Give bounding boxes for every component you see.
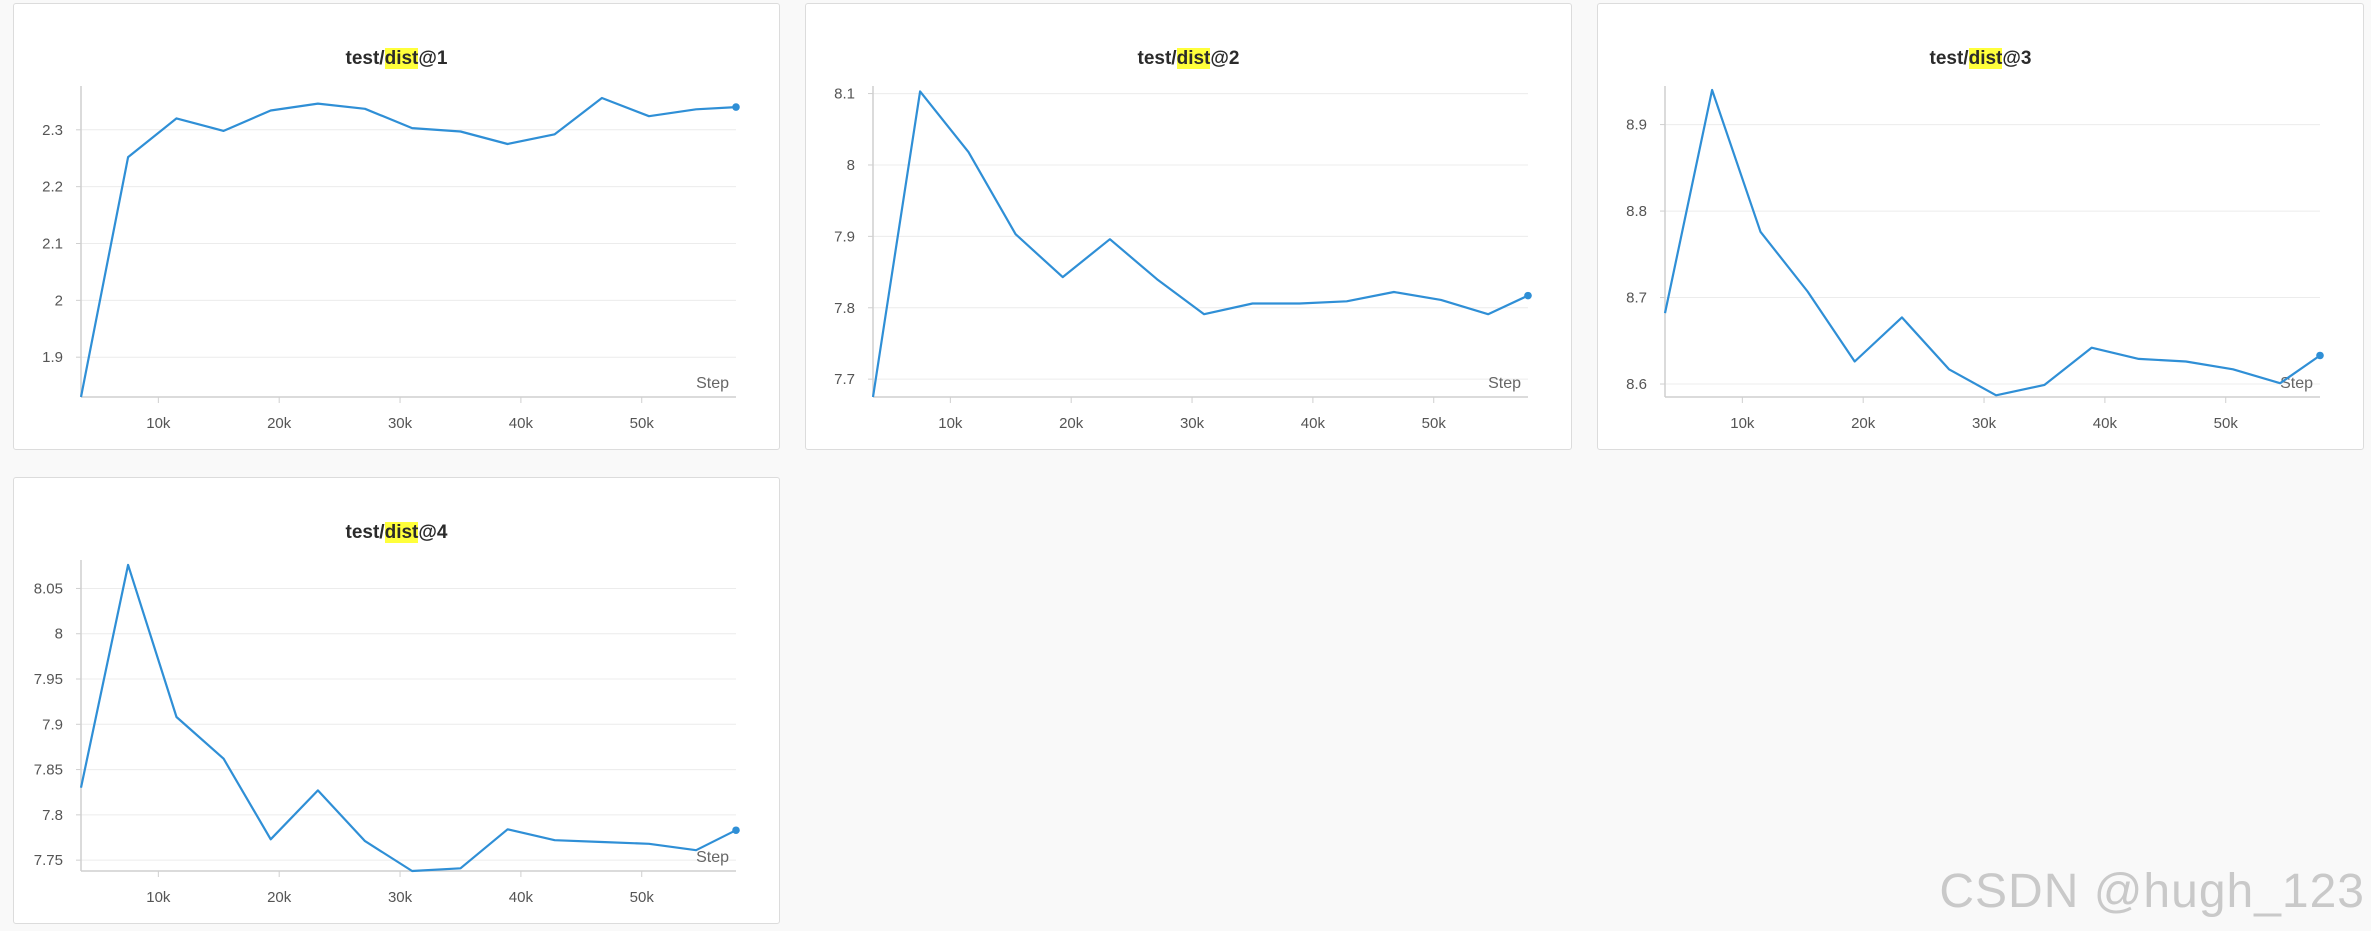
last-point-marker [2316, 351, 2324, 360]
watermark: CSDN @hugh_123 [1939, 865, 2365, 918]
x-axis-label: Step [1488, 375, 1521, 392]
x-tick-label: 30k [1972, 415, 1997, 432]
x-tick-label: 40k [1301, 415, 1326, 432]
y-tick-label: 1.9 [42, 349, 63, 366]
series-line [79, 563, 737, 873]
y-tick-label: 7.7 [834, 371, 855, 388]
series-line [1663, 88, 2321, 397]
chart-panel-2: test/dist@2 7.7 7.8 7.9 8 8.1 10k 20k 30k 40k 50k… [805, 3, 1572, 450]
x-tick-label: 30k [388, 889, 413, 906]
y-tick-label: 2.1 [42, 236, 63, 253]
y-tick-label: 8.9 [1626, 117, 1647, 134]
y-tick-label: 7.9 [42, 716, 63, 733]
chart-panel-4: test/dist@4 7.75 7.8 7.85 7.9 7.95 8 8.05 10k 20… [13, 477, 780, 924]
line-chart-1[interactable]: 1.9 2 2.1 2.2 2.3 10k 20k 30k 40k 50k Step [14, 4, 781, 451]
x-tick-label: 20k [267, 889, 292, 906]
y-tick-label: 8.6 [1626, 376, 1647, 393]
x-tick-label: 20k [1059, 415, 1084, 432]
x-tick-label: 10k [938, 415, 963, 432]
y-tick-label: 7.85 [34, 762, 63, 779]
y-tick-label: 8.1 [834, 86, 855, 103]
x-tick-label: 30k [388, 415, 413, 432]
y-tick-label: 7.95 [34, 671, 63, 688]
x-tick-label: 30k [1180, 415, 1205, 432]
x-tick-label: 10k [146, 415, 171, 432]
series-line [871, 90, 1529, 398]
y-tick-label: 2 [55, 292, 63, 309]
x-axis-label: Step [696, 375, 729, 392]
y-tick-label: 7.75 [34, 852, 63, 869]
series-line [79, 96, 737, 398]
y-tick-label: 8.8 [1626, 203, 1647, 220]
last-point-marker [732, 826, 740, 835]
x-tick-label: 50k [630, 415, 655, 432]
last-point-marker [1524, 291, 1532, 300]
y-tick-label: 8.7 [1626, 290, 1647, 307]
x-tick-label: 40k [509, 889, 534, 906]
y-tick-label: 7.8 [42, 807, 63, 824]
y-tick-label: 8 [847, 157, 855, 174]
chart-panel-3: test/dist@3 8.6 8.7 8.8 8.9 10k 20k 30k 40k 50k S… [1597, 3, 2364, 450]
y-tick-label: 7.9 [834, 228, 855, 245]
y-tick-label: 2.2 [42, 179, 63, 196]
line-chart-4[interactable]: 7.75 7.8 7.85 7.9 7.95 8 8.05 10k 20k 30k 40k 50k St… [14, 478, 781, 925]
x-tick-label: 10k [1730, 415, 1755, 432]
x-tick-label: 50k [2214, 415, 2239, 432]
last-point-marker [732, 103, 740, 111]
chart-panel-1: test/dist@1 1.9 2 2.1 2.2 2.3 10k 20k 30k 40k 50k… [13, 3, 780, 450]
x-tick-label: 40k [2093, 415, 2118, 432]
x-axis-label: Step [2280, 375, 2313, 392]
y-tick-label: 2.3 [42, 122, 63, 139]
x-tick-label: 40k [509, 415, 534, 432]
x-tick-label: 20k [267, 415, 292, 432]
line-chart-2[interactable]: 7.7 7.8 7.9 8 8.1 10k 20k 30k 40k 50k Step [806, 4, 1573, 451]
y-tick-label: 7.8 [834, 300, 855, 317]
x-tick-label: 50k [630, 889, 655, 906]
line-chart-3[interactable]: 8.6 8.7 8.8 8.9 10k 20k 30k 40k 50k Step [1598, 4, 2365, 451]
y-tick-label: 8 [55, 626, 63, 643]
x-tick-label: 50k [1422, 415, 1447, 432]
x-tick-label: 10k [146, 889, 171, 906]
y-tick-label: 8.05 [34, 580, 63, 597]
x-axis-label: Step [696, 849, 729, 866]
x-tick-label: 20k [1851, 415, 1876, 432]
